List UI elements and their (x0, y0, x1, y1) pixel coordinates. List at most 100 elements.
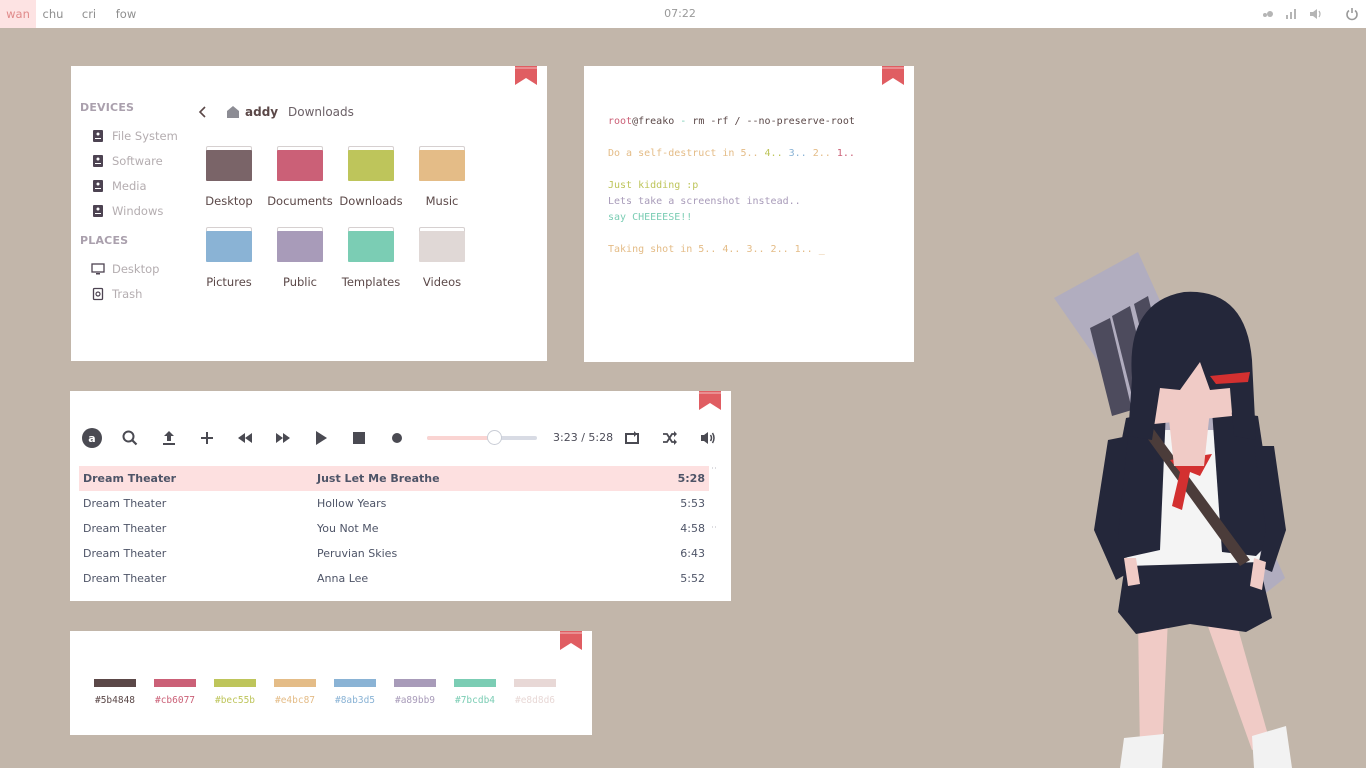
playlist-row[interactable]: Dream Theater Hollow Years 5:53 (79, 491, 709, 516)
time-display: 3:23 / 5:28 (553, 431, 614, 444)
upload-icon[interactable] (159, 428, 179, 448)
app-logo-icon[interactable]: a (82, 428, 102, 448)
swatch-hex: #e4bc87 (274, 695, 316, 706)
folder-name: Downloads (339, 194, 403, 208)
speaker-icon[interactable] (698, 428, 718, 448)
folder-name: Desktop (205, 194, 253, 208)
terminal-line-shot: Taking shot in 5.. 4.. 3.. 2.. 1.. _ (608, 244, 825, 255)
scroll-dots-icon (712, 467, 718, 528)
previous-icon[interactable] (235, 428, 255, 448)
folder-public[interactable]: Public (267, 227, 333, 289)
workspace-3[interactable]: cri (74, 0, 104, 28)
signal-icon[interactable] (1285, 7, 1299, 21)
repeat-icon[interactable] (622, 428, 642, 448)
terminal-destruct-line: Do a self-destruct in 5.. 4.. 3.. 2.. 1.… (608, 147, 855, 161)
folder-music[interactable]: Music (409, 146, 475, 208)
folder-videos[interactable]: Videos (409, 227, 475, 289)
count-2: 2.. (806, 148, 831, 159)
sidebar-item-label: File System (112, 129, 178, 143)
trash-icon (92, 287, 104, 301)
track-length: 4:58 (680, 522, 705, 535)
folder-templates[interactable]: Templates (338, 227, 404, 289)
bookmark-icon (515, 66, 537, 85)
folder-desktop[interactable]: Desktop (196, 146, 262, 208)
play-icon[interactable] (311, 428, 331, 448)
folder-name: Templates (341, 275, 401, 289)
back-button[interactable] (197, 102, 211, 122)
progress-handle[interactable] (487, 430, 503, 445)
color-swatch: #e4bc87 (274, 679, 316, 706)
track-title: Just Let Me Breathe (317, 472, 440, 485)
swatch-bar (514, 679, 556, 687)
track-length: 5:53 (680, 497, 705, 510)
track-title: You Not Me (317, 522, 379, 535)
top-bar: wan chu cri fow 07:22 (0, 0, 1366, 28)
sidebar-item-label: Media (112, 179, 147, 193)
bookmark-icon (560, 631, 582, 650)
color-swatch: #7bcdb4 (454, 679, 496, 706)
swatch-hex: #e8d8d6 (514, 695, 556, 706)
folder-name: Videos (422, 275, 462, 289)
folder-name: Public (282, 275, 318, 289)
terminal-window[interactable]: root@freako - rm -rf / --no-preserve-roo… (584, 66, 914, 362)
clock: 07:22 (664, 7, 696, 20)
workspace-2[interactable]: chu (38, 0, 68, 28)
terminal-prompt-line: root@freako - rm -rf / --no-preserve-roo… (608, 115, 855, 129)
playlist-row[interactable]: Dream Theater Just Let Me Breathe 5:28 (79, 466, 709, 491)
folder-icon (348, 146, 394, 181)
stop-icon[interactable] (349, 428, 369, 448)
swatch-bar (154, 679, 196, 687)
terminal-line-screenshot: Lets take a screenshot instead.. (608, 196, 801, 207)
scrollbar[interactable] (711, 467, 719, 529)
folder-documents[interactable]: Documents (267, 146, 333, 208)
search-icon[interactable] (120, 428, 140, 448)
playlist-row[interactable]: Dream Theater You Not Me 4:58 (79, 516, 709, 541)
progress-slider[interactable] (427, 430, 537, 445)
count-1: 1.. (830, 148, 855, 159)
folder-icon (348, 227, 394, 262)
folder-name: Documents (267, 194, 333, 208)
workspace-1[interactable]: wan (0, 0, 36, 28)
playlist-row[interactable]: Dream Theater Peruvian Skies 6:43 (79, 541, 709, 566)
count-3: 3.. (782, 148, 807, 159)
folder-downloads[interactable]: Downloads (338, 146, 404, 208)
breadcrumb-home[interactable]: addy (226, 102, 281, 122)
folder-pictures[interactable]: Pictures (196, 227, 262, 289)
folder-icon (277, 227, 323, 262)
track-artist: Dream Theater (83, 472, 177, 485)
volume-icon[interactable] (1309, 7, 1323, 21)
drive-icon (93, 180, 103, 192)
color-palette-window: #5b4848 #cb6077 #bec55b #e4bc87 #8ab3d5 … (70, 631, 592, 735)
prompt-separator: - (674, 116, 693, 127)
add-icon[interactable] (197, 428, 217, 448)
power-icon[interactable] (1345, 7, 1359, 21)
terminal-line-kidding: Just kidding :p (608, 180, 699, 191)
swatch-hex: #cb6077 (154, 695, 196, 706)
breadcrumb-current[interactable]: Downloads (288, 102, 368, 122)
shuffle-icon[interactable] (660, 428, 680, 448)
swatch-bar (94, 679, 136, 687)
network-icon[interactable] (1261, 7, 1275, 21)
track-length: 5:52 (680, 572, 705, 585)
folder-icon (206, 146, 252, 181)
track-artist: Dream Theater (83, 497, 167, 510)
sidebar-item-label: Trash (112, 287, 143, 301)
playlist-row[interactable]: Dream Theater Anna Lee 5:52 (79, 566, 709, 591)
folder-icon (277, 146, 323, 181)
count-5: 5.. (740, 148, 759, 159)
workspace-4[interactable]: fow (110, 0, 142, 28)
track-length: 5:28 (677, 472, 705, 485)
terminal-line-cheese: say CHEEEESE!! (608, 212, 693, 223)
next-icon[interactable] (273, 428, 293, 448)
progress-fill (427, 436, 495, 440)
breadcrumb-home-label: addy (245, 105, 279, 119)
destruct-prefix: Do a self-destruct in (608, 148, 741, 159)
devices-header: DEVICES (80, 101, 135, 114)
track-title: Peruvian Skies (317, 547, 398, 560)
drive-icon (93, 205, 103, 217)
monitor-icon (91, 263, 105, 275)
record-icon[interactable] (387, 428, 407, 448)
swatch-bar (334, 679, 376, 687)
folder-name: Music (425, 194, 459, 208)
bookmark-icon (699, 391, 721, 410)
